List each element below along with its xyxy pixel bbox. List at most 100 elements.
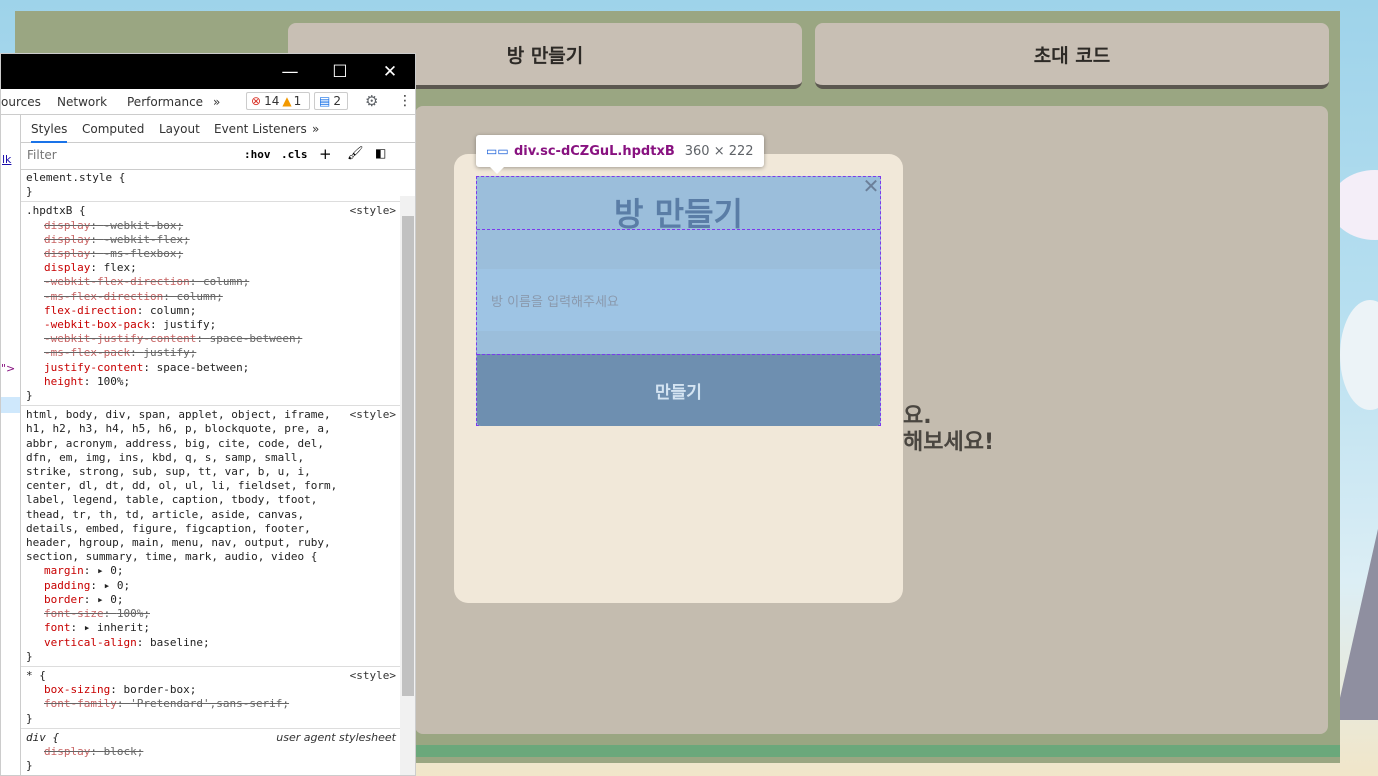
css-property[interactable]: -webkit-justify-content: space-between; [26, 332, 400, 346]
cls-toggle[interactable]: .cls [281, 148, 308, 161]
css-colon: : [149, 318, 164, 332]
css-property[interactable]: border: ▸ 0; [26, 593, 400, 607]
css-property-value: column; [149, 303, 197, 317]
css-property[interactable]: display: flex; [26, 261, 400, 275]
rule-selector: * { [26, 668, 46, 682]
modal-title: 방 만들기 [614, 195, 743, 233]
css-property[interactable]: display: -ms-flexbox; [26, 247, 400, 261]
css-property[interactable]: box-sizing: border-box; [26, 683, 400, 697]
rule-reset[interactable]: <style> html, body, div, span, applet, o… [21, 406, 400, 667]
rule-user-agent-div[interactable]: user agent stylesheet div { display: blo… [21, 729, 400, 775]
rule-properties: display: block; [26, 745, 400, 759]
lobby-message-line-1: 요. [903, 404, 932, 429]
inspect-selector: div.sc-dCZGuL.hpdtxB [514, 143, 675, 159]
css-colon: : [130, 346, 144, 360]
css-property[interactable]: -webkit-flex-direction: column; [26, 275, 400, 289]
messages-counter[interactable]: ▤ 2 [314, 92, 348, 110]
css-property-value: block; [103, 744, 144, 758]
issues-counter[interactable]: ⊗ 14 ▲ 1 [246, 92, 310, 110]
settings-gear-icon[interactable]: ⚙ [365, 92, 378, 110]
css-property-value: ▸ inherit; [83, 621, 150, 635]
modal-header: 방 만들기 ✕ [477, 176, 880, 233]
inspect-size: 360 × 222 [684, 143, 754, 159]
create-room-submit-button[interactable]: 만들기 [477, 354, 880, 426]
css-colon: : [143, 360, 157, 374]
rule-selector: .hpdtxB { [26, 204, 86, 218]
css-colon: : [90, 247, 104, 261]
css-colon: : [163, 289, 177, 303]
scrollbar-thumb[interactable] [402, 216, 414, 696]
devtools-panel-tabs: ources Network Performance » ⊗ 14 ▲ 1 ▤ … [1, 89, 415, 115]
css-property-value: baseline; [149, 635, 210, 649]
css-property-value: 100%; [116, 607, 150, 621]
css-property[interactable]: font: ▸ inherit; [26, 621, 400, 635]
subtab-event-listeners[interactable]: Event Listeners [214, 122, 307, 136]
message-icon: ▤ [319, 94, 331, 108]
close-icon[interactable]: ✕ [862, 176, 880, 196]
tree-snippet-lk[interactable]: lk [2, 153, 11, 166]
rule-selector: element.style { [26, 171, 126, 184]
more-tabs-icon[interactable]: » [213, 95, 220, 109]
rule-source-link[interactable]: <style> [350, 408, 396, 422]
css-property[interactable]: height: 100%; [26, 375, 400, 389]
element-state-icon[interactable]: 🖌 [347, 146, 364, 161]
rule-properties: box-sizing: border-box; font-family: 'Pre… [26, 683, 400, 711]
styles-subtabs: Styles Computed Layout Event Listeners » [21, 115, 415, 143]
maximize-icon[interactable]: ☐ [317, 54, 363, 89]
css-property-name: display [44, 261, 91, 275]
subtab-layout[interactable]: Layout [159, 122, 200, 136]
more-subtabs-icon[interactable]: » [312, 122, 319, 136]
toggle-sidebar-icon[interactable]: ◧ [375, 146, 386, 160]
tab-network[interactable]: Network [57, 95, 107, 109]
css-property[interactable]: -webkit-box-pack: justify; [26, 318, 400, 332]
css-property[interactable]: flex-direction: column; [26, 304, 400, 318]
css-colon: : [83, 374, 97, 388]
css-property[interactable]: display: block; [26, 745, 400, 759]
styles-scrollbar[interactable] [400, 196, 415, 775]
css-property[interactable]: font-size: 100%; [26, 607, 400, 621]
css-colon: : [90, 261, 104, 275]
css-property[interactable]: justify-content: space-between; [26, 361, 400, 375]
tab-performance[interactable]: Performance [127, 95, 203, 109]
css-property-name: display [44, 247, 91, 261]
new-rule-icon[interactable]: + [319, 145, 332, 163]
subtab-computed[interactable]: Computed [82, 122, 144, 136]
hov-toggle[interactable]: :hov [244, 148, 271, 161]
css-property[interactable]: -ms-flex-direction: column; [26, 290, 400, 304]
css-property[interactable]: display: -webkit-flex; [26, 233, 400, 247]
css-property[interactable]: font-family: 'Pretendard',sans-serif; [26, 697, 400, 711]
minimize-icon[interactable]: — [267, 54, 313, 89]
css-colon: : [110, 683, 124, 697]
css-property[interactable]: -ms-flex-pack: justify; [26, 346, 400, 360]
invite-code-tab-button[interactable]: 초대 코드 [815, 23, 1329, 89]
css-property-name: margin [44, 564, 84, 578]
rule-hpdtxB[interactable]: <style> .hpdtxB { display: -webkit-box; d… [21, 202, 400, 407]
css-colon: : [189, 275, 203, 289]
css-colon: : [136, 303, 150, 317]
css-property-name: -ms-flex-direction [44, 289, 164, 303]
rule-source-link[interactable]: <style> [350, 669, 396, 683]
rule-element-style[interactable]: element.style { } [21, 169, 400, 203]
css-colon: : [70, 621, 84, 635]
styles-filter-input[interactable] [25, 145, 235, 165]
css-property[interactable]: margin: ▸ 0; [26, 564, 400, 578]
css-property-value: ▸ 0; [97, 592, 124, 606]
error-icon: ⊗ [251, 94, 262, 108]
subtab-styles[interactable]: Styles [31, 122, 68, 143]
rule-source-link[interactable]: <style> [350, 204, 396, 218]
css-property[interactable]: display: -webkit-box; [26, 219, 400, 233]
room-name-input[interactable]: 방 이름을 입력해주세요 [477, 269, 880, 331]
more-options-icon[interactable]: ⋮ [398, 93, 412, 109]
rule-close: } [26, 649, 33, 663]
css-property[interactable]: vertical-align: baseline; [26, 636, 400, 650]
css-property-name: display [44, 232, 91, 246]
tab-sources[interactable]: ources [1, 95, 41, 109]
rule-universal[interactable]: <style> * { box-sizing: border-box; font-… [21, 667, 400, 729]
rule-selector: html, body, div, span, applet, object, i… [26, 408, 338, 564]
close-window-icon[interactable]: ✕ [367, 54, 413, 89]
flex-container-icon: ▭▭ [486, 144, 509, 158]
rule-properties: display: -webkit-box; display: -webkit-fl… [26, 219, 400, 389]
css-property[interactable]: padding: ▸ 0; [26, 579, 400, 593]
css-property-name: flex-direction [44, 303, 137, 317]
css-property-name: -webkit-flex-direction [44, 275, 190, 289]
